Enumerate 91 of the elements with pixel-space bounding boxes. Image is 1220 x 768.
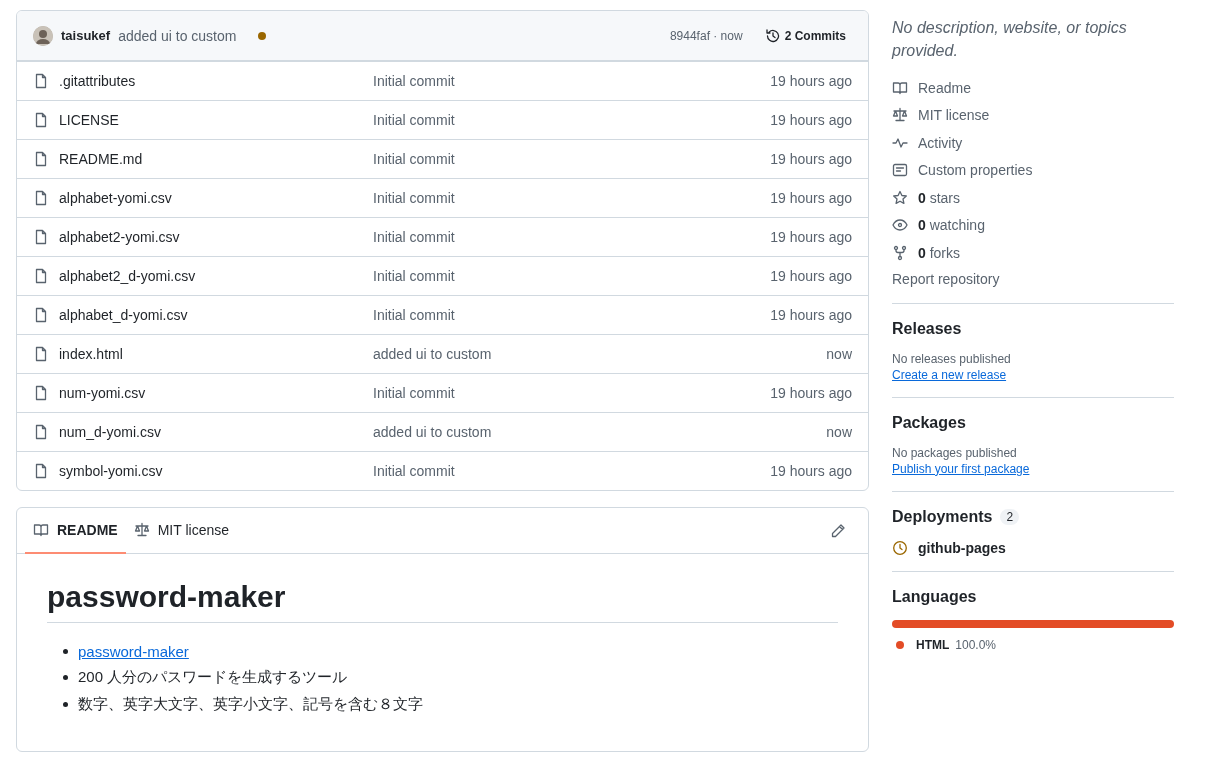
sidebar-link[interactable]: Custom properties bbox=[918, 162, 1033, 179]
history-icon bbox=[764, 27, 781, 44]
pencil-icon bbox=[830, 522, 846, 539]
book-icon bbox=[33, 522, 49, 538]
file-icon bbox=[33, 190, 49, 206]
language-name[interactable]: HTML bbox=[916, 637, 950, 652]
file-icon bbox=[33, 73, 49, 89]
section-heading: Languages bbox=[892, 587, 977, 606]
empty-note: No packages published bbox=[892, 445, 1018, 460]
sidebar-link[interactable]: 0 forks bbox=[918, 244, 961, 261]
file-name[interactable]: LICENSE bbox=[59, 112, 119, 128]
commit-message[interactable]: Initial commit bbox=[373, 385, 702, 401]
project-link[interactable]: password-maker bbox=[78, 643, 189, 660]
section-heading: Packages bbox=[892, 413, 966, 432]
sidebar-link[interactable]: MIT license bbox=[918, 107, 990, 124]
bullet bbox=[63, 649, 68, 654]
section-heading: Releases bbox=[892, 319, 962, 338]
file-name[interactable]: README.md bbox=[59, 151, 143, 167]
file-icon bbox=[33, 229, 49, 245]
list-item: 数字、英字大文字、英字小文字、記号を含む８文字 bbox=[78, 695, 423, 714]
publish-package-link[interactable]: Publish your first package bbox=[892, 461, 1030, 476]
bullet bbox=[63, 675, 68, 680]
commit-time: 19 hours ago bbox=[769, 73, 852, 89]
commit-time: now bbox=[825, 424, 852, 440]
scale-icon bbox=[892, 107, 908, 124]
commit-message[interactable]: Initial commit bbox=[373, 190, 702, 206]
file-name[interactable]: .gitattributes bbox=[59, 73, 136, 89]
file-icon bbox=[33, 346, 49, 362]
scale-icon bbox=[133, 522, 150, 538]
file-name[interactable]: alphabet2-yomi.csv bbox=[59, 229, 180, 245]
file-icon bbox=[33, 385, 49, 401]
file-name[interactable]: num-yomi.csv bbox=[59, 385, 146, 401]
language-percent: 100.0% bbox=[955, 637, 997, 652]
list-item: 200 人分のパスワードを生成するツール bbox=[78, 668, 348, 687]
sidebar-link[interactable]: Activity bbox=[918, 134, 963, 151]
commit-message[interactable]: Initial commit bbox=[373, 73, 702, 89]
sidebar-link[interactable]: 0 watching bbox=[918, 217, 985, 234]
section-heading: Deployments bbox=[892, 507, 993, 526]
file-icon bbox=[33, 112, 49, 128]
status-dot[interactable] bbox=[258, 31, 267, 40]
commit-message[interactable]: Initial commit bbox=[373, 151, 702, 167]
file-name[interactable]: alphabet_d-yomi.csv bbox=[59, 307, 188, 323]
commit-message[interactable]: added ui to custom bbox=[373, 346, 702, 362]
file-name[interactable]: index.html bbox=[59, 346, 123, 362]
repo-description: No description, website, or topics provided. bbox=[892, 18, 1128, 61]
note-icon bbox=[892, 162, 908, 179]
file-icon bbox=[33, 424, 49, 440]
commit-time: 19 hours ago bbox=[769, 112, 852, 128]
commit-time: 19 hours ago bbox=[769, 385, 852, 401]
sidebar-link[interactable]: 0 stars bbox=[918, 189, 961, 206]
empty-note: No releases published bbox=[892, 351, 1012, 366]
create-release-link[interactable]: Create a new release bbox=[892, 367, 1007, 382]
readme-title: password-maker bbox=[47, 580, 838, 623]
commit-message[interactable]: added ui to custom bbox=[118, 27, 237, 44]
file-icon bbox=[33, 151, 49, 167]
commit-hash[interactable]: 8944faf · now bbox=[669, 28, 743, 43]
commit-author[interactable]: taisukef bbox=[61, 28, 111, 43]
deployment-link[interactable]: github-pages bbox=[918, 539, 1006, 556]
commit-message[interactable]: added ui to custom bbox=[373, 424, 702, 440]
commit-message[interactable]: Initial commit bbox=[373, 463, 702, 479]
readme-tab[interactable]: MIT license bbox=[125, 508, 237, 554]
file-name[interactable]: alphabet2_d-yomi.csv bbox=[59, 268, 196, 284]
commits-button[interactable]: 2 Commits bbox=[758, 23, 852, 48]
file-name[interactable]: alphabet-yomi.csv bbox=[59, 190, 172, 206]
report-link[interactable]: Report repository bbox=[892, 270, 1174, 304]
file-icon bbox=[33, 268, 49, 284]
commit-time: 19 hours ago bbox=[769, 229, 852, 245]
commit-message[interactable]: Initial commit bbox=[373, 112, 702, 128]
avatar[interactable] bbox=[33, 25, 53, 46]
clock-icon bbox=[892, 539, 908, 556]
commit-time: 19 hours ago bbox=[769, 268, 852, 284]
star-icon bbox=[892, 189, 908, 206]
file-icon bbox=[33, 463, 49, 479]
commit-time: now bbox=[825, 346, 852, 362]
sidebar-link[interactable]: Readme bbox=[918, 79, 971, 96]
eye-icon bbox=[892, 217, 908, 234]
commit-time: 19 hours ago bbox=[769, 463, 852, 479]
commit-time: 19 hours ago bbox=[769, 307, 852, 323]
commit-message[interactable]: Initial commit bbox=[373, 229, 702, 245]
commit-time: 19 hours ago bbox=[769, 151, 852, 167]
count-badge: 2 bbox=[1000, 508, 1020, 525]
readme-tab[interactable]: README bbox=[25, 508, 126, 554]
file-icon bbox=[33, 307, 49, 323]
bullet bbox=[63, 702, 68, 707]
commit-message[interactable]: Initial commit bbox=[373, 307, 702, 323]
file-name[interactable]: num_d-yomi.csv bbox=[59, 424, 161, 440]
book-icon bbox=[892, 79, 908, 96]
commit-time: 19 hours ago bbox=[769, 190, 852, 206]
file-name[interactable]: symbol-yomi.csv bbox=[59, 463, 163, 479]
commit-message[interactable]: Initial commit bbox=[373, 268, 702, 284]
fork-icon bbox=[892, 244, 908, 261]
